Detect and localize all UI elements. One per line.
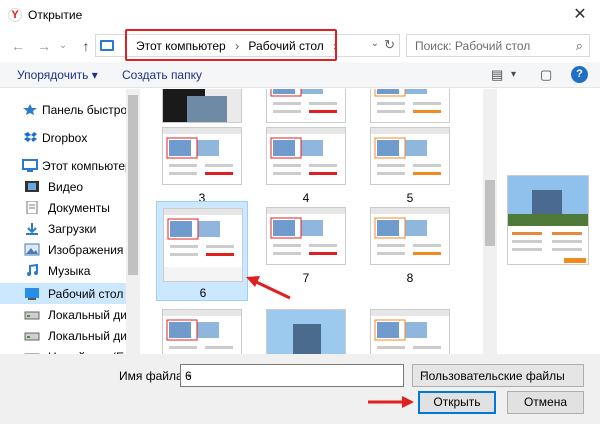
annotation-arrows	[246, 276, 414, 408]
arrow-to-file-6	[251, 278, 291, 300]
arrow-head-open-button	[402, 396, 414, 408]
